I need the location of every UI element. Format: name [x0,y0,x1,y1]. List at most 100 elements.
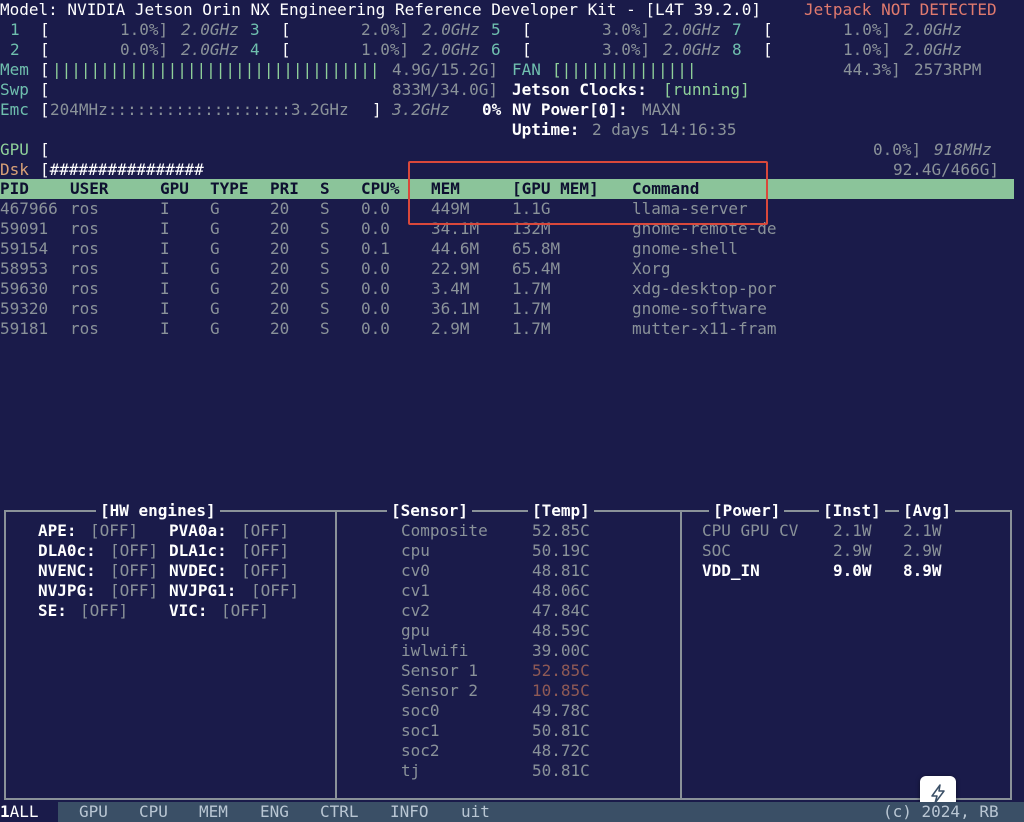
proc-pri: 20 [270,279,290,298]
sensor-temp: 49.78C [532,701,590,720]
tab-cpu[interactable]: CPU [139,802,168,822]
proc-cpu: 0.0 [361,299,390,318]
proc-cpu: 0.0 [361,219,390,238]
sensor-temp: 50.19C [532,541,590,560]
emc-label: Emc [0,100,29,119]
sensor-name: gpu [401,621,430,640]
power-avg: 8.9W [903,561,942,580]
proc-gpu-mem: 65.4M [512,259,561,278]
proc-pid: 59320 [0,299,49,318]
col-pid[interactable]: PID [0,179,29,199]
proc-mem: 22.9M [431,259,480,278]
cpu-bracket: [ [522,40,532,59]
inst-title: [Inst] [819,501,885,521]
power-rail-name: CPU GPU CV [702,521,799,540]
proc-state: S [320,299,330,318]
cpu-pct: 1.0%] [843,40,892,59]
proc-user: ros [70,279,99,298]
power-rail-name: VDD_IN [702,561,760,580]
swp-bracket: [ [40,80,50,99]
proc-user: ros [70,239,99,258]
proc-state: S [320,239,330,258]
proc-pid: 59630 [0,279,49,298]
tab-gpu[interactable]: GPU [79,802,108,822]
proc-gpu-mem: 1.7M [512,299,551,318]
sensor-name: Sensor 2 [401,681,479,700]
tab-eng[interactable]: ENG [260,802,289,822]
cpu-freq: 2.0GHz [422,20,480,39]
proc-cpu: 0.0 [361,319,390,338]
proc-mem: 36.1M [431,299,480,318]
fan-rpm: 2573RPM [914,60,982,79]
emc-freq: 204MHz:::::::::::::::::::3.2GHz [50,100,349,119]
proc-type: G [210,279,220,298]
proc-gpu: I [160,219,170,238]
sensor-name: Sensor 1 [401,661,479,680]
tab-info[interactable]: INFO [390,802,429,822]
sensor-temp: 50.81C [532,761,590,780]
proc-state: S [320,219,330,238]
col-gpu[interactable]: GPU [160,179,189,199]
copyright: (c) 2024, RB [883,802,999,821]
proc-gpu: I [160,239,170,258]
proc-mem: 3.4M [431,279,470,298]
mem-bracket: [ [40,60,50,79]
cpu-bracket: [ [40,40,50,59]
proc-mem: 44.6M [431,239,480,258]
proc-command: mutter-x11-fram [632,319,777,338]
highlight-box [408,161,768,225]
proc-command: Xorg [632,259,671,278]
table-row[interactable]: 59154 ros I G 20 S 0.1 44.6M 65.8M gnome-shell [0,239,1014,259]
cpu-pct: 1.0%] [843,20,892,39]
engine-name: DLA1c: [169,541,227,560]
engine-state: [OFF] [90,521,139,540]
temp-title: [Temp] [528,501,594,521]
cpu-pct: 1.0%] [120,20,169,39]
proc-gpu: I [160,279,170,298]
tab-ctrl[interactable]: CTRL [320,802,359,822]
tab-mem[interactable]: MEM [199,802,228,822]
model-title: Model: NVIDIA Jetson Orin NX Engineering… [0,0,761,19]
power-inst: 2.1W [833,521,872,540]
proc-gpu: I [160,259,170,278]
table-row[interactable]: 59181 ros I G 20 S 0.0 2.9M 1.7M mutter-x11-fram [0,319,1014,339]
disk-bars: [################ [40,160,204,179]
engine-state: [OFF] [251,581,300,600]
col-cpu[interactable]: CPU% [361,179,400,199]
jetpack-status: Jetpack NOT DETECTED [804,0,997,19]
sensor-temp: 39.00C [532,641,590,660]
sensor-temp: 48.81C [532,561,590,580]
cpu-pct: 3.0%] [602,40,651,59]
tab-quit[interactable]: uit [461,802,490,822]
sensor-temp: 50.81C [532,721,590,740]
sensor-name: cv2 [401,601,430,620]
engine-name: NVJPG1: [169,581,237,600]
power-rail-name: SOC [702,541,731,560]
table-row[interactable]: 59630 ros I G 20 S 0.0 3.4M 1.7M xdg-desktop-por [0,279,1014,299]
tab-all[interactable]: 1ALL [0,802,58,822]
cpu-id: 3 [250,20,260,39]
col-pri[interactable]: PRI [270,179,299,199]
proc-pid: 59181 [0,319,49,338]
proc-pri: 20 [270,239,290,258]
col-user[interactable]: USER [70,179,109,199]
proc-type: G [210,239,220,258]
col-state[interactable]: S [320,179,330,199]
proc-pri: 20 [270,219,290,238]
sensor-name: iwlwifi [401,641,469,660]
engine-name: VIC: [169,601,208,620]
cpu-pct: 3.0%] [602,20,651,39]
proc-cpu: 0.0 [361,279,390,298]
cpu-freq: 2.0GHz [181,20,239,39]
table-row[interactable]: 59320 ros I G 20 S 0.0 36.1M 1.7M gnome-software [0,299,1014,319]
proc-state: S [320,319,330,338]
sensor-name: cv1 [401,581,430,600]
cpu-pct: 0.0%] [120,40,169,59]
col-type[interactable]: TYPE [210,179,249,199]
disk-value: 92.4G/466G] [893,160,999,179]
table-row[interactable]: 58953 ros I G 20 S 0.0 22.9M 65.4M Xorg [0,259,1014,279]
proc-cpu: 0.1 [361,239,390,258]
cpu-bracket: [ [763,20,773,39]
engine-name: APE: [38,521,77,540]
uptime-value: 2 days 14:16:35 [592,120,737,139]
